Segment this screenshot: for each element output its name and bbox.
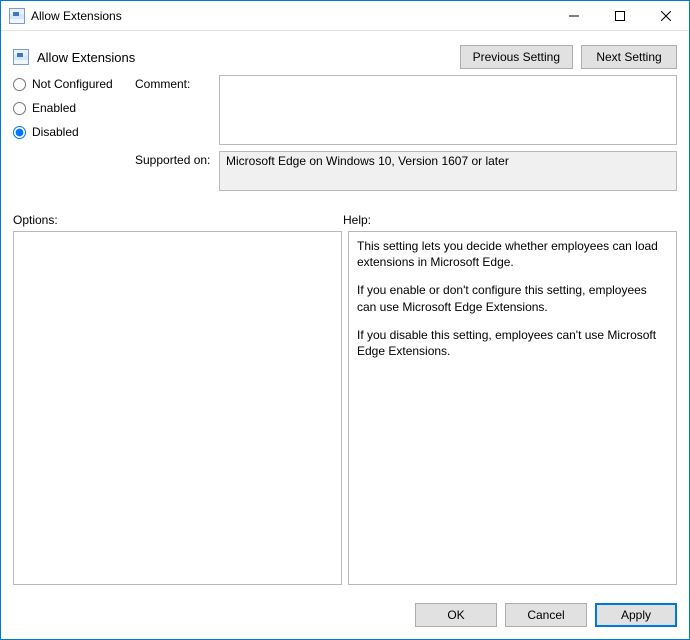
apply-button[interactable]: Apply bbox=[595, 603, 677, 627]
cancel-button[interactable]: Cancel bbox=[505, 603, 587, 627]
options-label: Options: bbox=[13, 213, 343, 227]
maximize-button[interactable] bbox=[597, 1, 643, 30]
ok-button[interactable]: OK bbox=[415, 603, 497, 627]
minimize-button[interactable] bbox=[551, 1, 597, 30]
radio-disabled-input[interactable] bbox=[13, 126, 26, 139]
radio-enabled-label: Enabled bbox=[32, 101, 76, 115]
help-text-2: If you enable or don't configure this se… bbox=[357, 282, 668, 314]
help-text-1: This setting lets you decide whether emp… bbox=[357, 238, 668, 270]
comment-label: Comment: bbox=[135, 75, 215, 91]
options-panel[interactable] bbox=[13, 231, 342, 585]
comment-input[interactable] bbox=[219, 75, 677, 145]
window-controls bbox=[551, 1, 689, 30]
radio-enabled[interactable]: Enabled bbox=[13, 101, 131, 115]
policy-icon bbox=[13, 49, 29, 65]
supported-on-label: Supported on: bbox=[135, 151, 215, 167]
dialog-footer: OK Cancel Apply bbox=[1, 593, 689, 639]
titlebar: Allow Extensions bbox=[1, 1, 689, 31]
app-icon bbox=[9, 8, 25, 24]
supported-on-box bbox=[219, 151, 677, 191]
radio-not-configured[interactable]: Not Configured bbox=[13, 77, 131, 91]
close-button[interactable] bbox=[643, 1, 689, 30]
window-title: Allow Extensions bbox=[31, 9, 122, 23]
help-text-3: If you disable this setting, employees c… bbox=[357, 327, 668, 359]
next-setting-button[interactable]: Next Setting bbox=[581, 45, 677, 69]
radio-not-configured-label: Not Configured bbox=[32, 77, 113, 91]
dialog-body: Allow Extensions Previous Setting Next S… bbox=[1, 31, 689, 593]
radio-disabled[interactable]: Disabled bbox=[13, 125, 131, 139]
policy-title: Allow Extensions bbox=[37, 50, 135, 65]
radio-enabled-input[interactable] bbox=[13, 102, 26, 115]
radio-not-configured-input[interactable] bbox=[13, 78, 26, 91]
dialog-window: Allow Extensions Allow Extensions Previo… bbox=[0, 0, 690, 640]
radio-disabled-label: Disabled bbox=[32, 125, 79, 139]
help-panel[interactable]: This setting lets you decide whether emp… bbox=[348, 231, 677, 585]
help-label: Help: bbox=[343, 213, 677, 227]
previous-setting-button[interactable]: Previous Setting bbox=[460, 45, 573, 69]
